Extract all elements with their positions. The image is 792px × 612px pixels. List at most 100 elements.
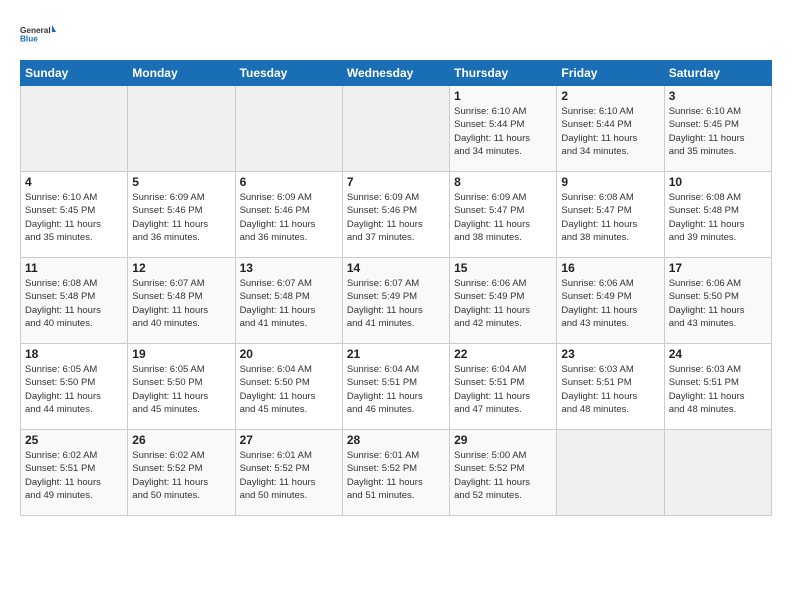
calendar-cell: 26 Sunrise: 6:02 AM Sunset: 5:52 PM Dayli… [128, 430, 235, 516]
day-number: 18 [25, 347, 123, 361]
calendar-cell: 16 Sunrise: 6:06 AM Sunset: 5:49 PM Dayli… [557, 258, 664, 344]
calendar-cell: 24Sunrise: 6:03 AM Sunset: 5:51 PM Dayli… [664, 344, 771, 430]
day-info: Sunrise: 6:02 AM Sunset: 5:52 PM Dayligh… [132, 449, 230, 502]
calendar-cell: 14 Sunrise: 6:07 AM Sunset: 5:49 PM Dayli… [342, 258, 449, 344]
day-info: Sunrise: 6:04 AM Sunset: 5:50 PM Dayligh… [240, 363, 338, 416]
day-info: Sunrise: 6:09 AM Sunset: 5:47 PM Dayligh… [454, 191, 552, 244]
day-info: Sunrise: 6:09 AM Sunset: 5:46 PM Dayligh… [240, 191, 338, 244]
day-info: Sunrise: 6:07 AM Sunset: 5:48 PM Dayligh… [132, 277, 230, 330]
week-row-1: 4 Sunrise: 6:10 AM Sunset: 5:45 PM Daylig… [21, 172, 772, 258]
calendar-cell: 25Sunrise: 6:02 AM Sunset: 5:51 PM Dayli… [21, 430, 128, 516]
calendar-cell: 6 Sunrise: 6:09 AM Sunset: 5:46 PM Daylig… [235, 172, 342, 258]
day-info: Sunrise: 6:10 AM Sunset: 5:44 PM Dayligh… [454, 105, 552, 158]
header-day-saturday: Saturday [664, 61, 771, 86]
header-row: SundayMondayTuesdayWednesdayThursdayFrid… [21, 61, 772, 86]
day-info: Sunrise: 6:04 AM Sunset: 5:51 PM Dayligh… [347, 363, 445, 416]
day-number: 21 [347, 347, 445, 361]
day-info: Sunrise: 6:08 AM Sunset: 5:47 PM Dayligh… [561, 191, 659, 244]
calendar-cell: 9 Sunrise: 6:08 AM Sunset: 5:47 PM Daylig… [557, 172, 664, 258]
calendar-cell: 15 Sunrise: 6:06 AM Sunset: 5:49 PM Dayli… [450, 258, 557, 344]
calendar-cell: 19Sunrise: 6:05 AM Sunset: 5:50 PM Dayli… [128, 344, 235, 430]
logo: General Blue [20, 16, 56, 52]
calendar-cell: 22 Sunrise: 6:04 AM Sunset: 5:51 PM Dayli… [450, 344, 557, 430]
day-number: 29 [454, 433, 552, 447]
calendar-cell: 27Sunrise: 6:01 AM Sunset: 5:52 PM Dayli… [235, 430, 342, 516]
calendar-cell: 3Sunrise: 6:10 AM Sunset: 5:45 PM Daylig… [664, 86, 771, 172]
header-day-friday: Friday [557, 61, 664, 86]
day-info: Sunrise: 6:01 AM Sunset: 5:52 PM Dayligh… [240, 449, 338, 502]
day-number: 22 [454, 347, 552, 361]
day-number: 24 [669, 347, 767, 361]
calendar-cell [235, 86, 342, 172]
day-number: 4 [25, 175, 123, 189]
day-info: Sunrise: 6:05 AM Sunset: 5:50 PM Dayligh… [25, 363, 123, 416]
calendar-cell [664, 430, 771, 516]
calendar-cell [21, 86, 128, 172]
week-row-2: 11Sunrise: 6:08 AM Sunset: 5:48 PM Dayli… [21, 258, 772, 344]
day-number: 12 [132, 261, 230, 275]
day-number: 26 [132, 433, 230, 447]
day-info: Sunrise: 6:10 AM Sunset: 5:45 PM Dayligh… [25, 191, 123, 244]
day-number: 15 [454, 261, 552, 275]
logo-svg: General Blue [20, 16, 56, 52]
day-info: Sunrise: 5:00 AM Sunset: 5:52 PM Dayligh… [454, 449, 552, 502]
day-info: Sunrise: 6:10 AM Sunset: 5:44 PM Dayligh… [561, 105, 659, 158]
header-day-thursday: Thursday [450, 61, 557, 86]
day-info: Sunrise: 6:07 AM Sunset: 5:49 PM Dayligh… [347, 277, 445, 330]
header-day-wednesday: Wednesday [342, 61, 449, 86]
day-number: 20 [240, 347, 338, 361]
svg-text:Blue: Blue [20, 35, 38, 44]
week-row-4: 25Sunrise: 6:02 AM Sunset: 5:51 PM Dayli… [21, 430, 772, 516]
day-number: 25 [25, 433, 123, 447]
day-number: 7 [347, 175, 445, 189]
day-number: 6 [240, 175, 338, 189]
week-row-0: 1 Sunrise: 6:10 AM Sunset: 5:44 PM Daylig… [21, 86, 772, 172]
day-info: Sunrise: 6:04 AM Sunset: 5:51 PM Dayligh… [454, 363, 552, 416]
header-day-sunday: Sunday [21, 61, 128, 86]
header-day-monday: Monday [128, 61, 235, 86]
calendar-cell [128, 86, 235, 172]
page: General Blue SundayMondayTuesdayWednesda… [0, 0, 792, 612]
day-number: 2 [561, 89, 659, 103]
calendar-cell: 12 Sunrise: 6:07 AM Sunset: 5:48 PM Dayli… [128, 258, 235, 344]
day-number: 16 [561, 261, 659, 275]
calendar-cell: 10 Sunrise: 6:08 AM Sunset: 5:48 PM Dayli… [664, 172, 771, 258]
day-info: Sunrise: 6:01 AM Sunset: 5:52 PM Dayligh… [347, 449, 445, 502]
day-info: Sunrise: 6:09 AM Sunset: 5:46 PM Dayligh… [132, 191, 230, 244]
day-info: Sunrise: 6:06 AM Sunset: 5:49 PM Dayligh… [561, 277, 659, 330]
calendar-cell [342, 86, 449, 172]
header-day-tuesday: Tuesday [235, 61, 342, 86]
calendar-table: SundayMondayTuesdayWednesdayThursdayFrid… [20, 60, 772, 516]
day-number: 17 [669, 261, 767, 275]
day-number: 5 [132, 175, 230, 189]
calendar-cell: 7Sunrise: 6:09 AM Sunset: 5:46 PM Daylig… [342, 172, 449, 258]
day-info: Sunrise: 6:08 AM Sunset: 5:48 PM Dayligh… [25, 277, 123, 330]
calendar-cell: 8Sunrise: 6:09 AM Sunset: 5:47 PM Daylig… [450, 172, 557, 258]
day-number: 23 [561, 347, 659, 361]
calendar-cell: 20 Sunrise: 6:04 AM Sunset: 5:50 PM Dayli… [235, 344, 342, 430]
calendar-cell: 28 Sunrise: 6:01 AM Sunset: 5:52 PM Dayli… [342, 430, 449, 516]
svg-text:General: General [20, 26, 51, 35]
day-number: 28 [347, 433, 445, 447]
calendar-cell: 11Sunrise: 6:08 AM Sunset: 5:48 PM Dayli… [21, 258, 128, 344]
day-info: Sunrise: 6:06 AM Sunset: 5:50 PM Dayligh… [669, 277, 767, 330]
calendar-cell: 18 Sunrise: 6:05 AM Sunset: 5:50 PM Dayli… [21, 344, 128, 430]
day-number: 10 [669, 175, 767, 189]
day-info: Sunrise: 6:07 AM Sunset: 5:48 PM Dayligh… [240, 277, 338, 330]
day-number: 9 [561, 175, 659, 189]
calendar-cell [557, 430, 664, 516]
calendar-cell: 1 Sunrise: 6:10 AM Sunset: 5:44 PM Daylig… [450, 86, 557, 172]
day-number: 14 [347, 261, 445, 275]
calendar-cell: 21 Sunrise: 6:04 AM Sunset: 5:51 PM Dayli… [342, 344, 449, 430]
calendar-cell: 5 Sunrise: 6:09 AM Sunset: 5:46 PM Daylig… [128, 172, 235, 258]
day-number: 13 [240, 261, 338, 275]
day-number: 3 [669, 89, 767, 103]
day-number: 1 [454, 89, 552, 103]
day-info: Sunrise: 6:06 AM Sunset: 5:49 PM Dayligh… [454, 277, 552, 330]
calendar-cell: 17 Sunrise: 6:06 AM Sunset: 5:50 PM Dayli… [664, 258, 771, 344]
calendar-cell: 23 Sunrise: 6:03 AM Sunset: 5:51 PM Dayli… [557, 344, 664, 430]
day-number: 19 [132, 347, 230, 361]
day-info: Sunrise: 6:08 AM Sunset: 5:48 PM Dayligh… [669, 191, 767, 244]
calendar-cell: 13 Sunrise: 6:07 AM Sunset: 5:48 PM Dayli… [235, 258, 342, 344]
day-info: Sunrise: 6:03 AM Sunset: 5:51 PM Dayligh… [561, 363, 659, 416]
